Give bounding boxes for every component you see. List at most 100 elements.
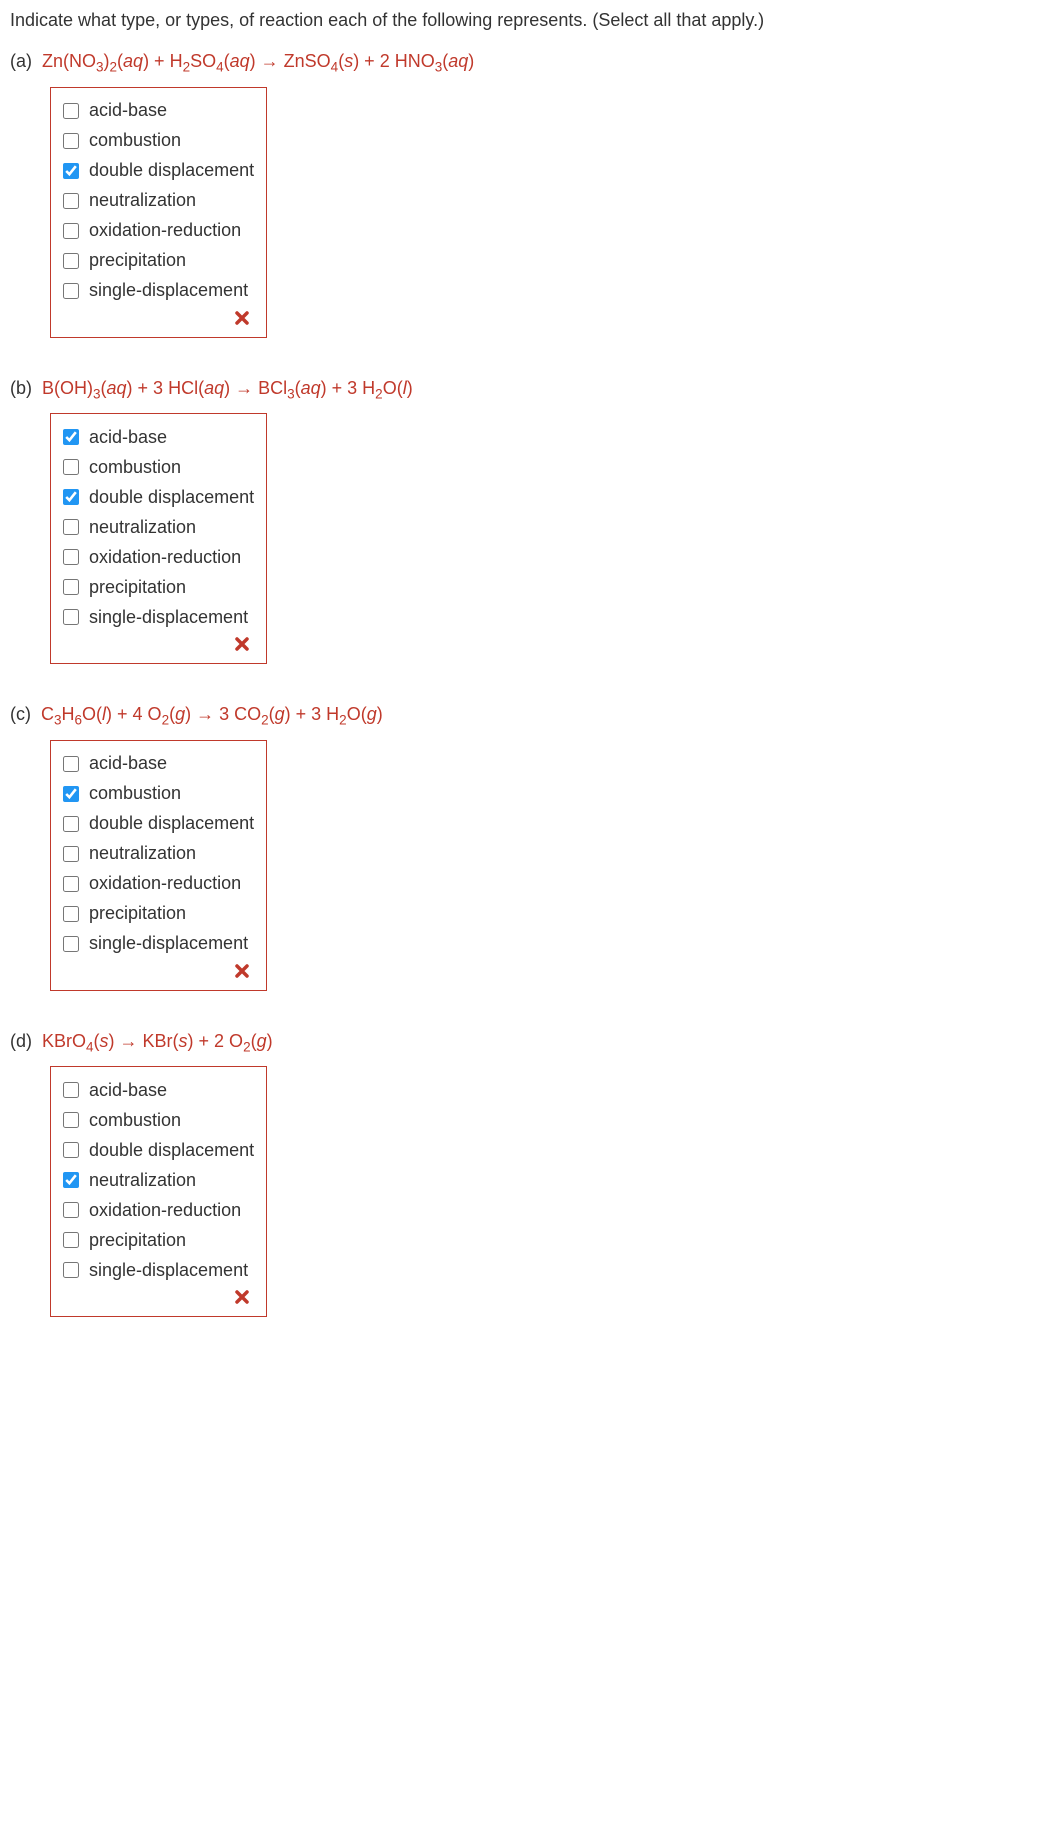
option-label: combustion (89, 130, 181, 151)
option-row: oxidation-reduction (59, 216, 254, 246)
option-checkbox[interactable] (63, 609, 79, 625)
option-label: double displacement (89, 1140, 254, 1161)
option-row: single-displacement (59, 276, 254, 306)
part-label: (d) (10, 1031, 32, 1052)
part-label: (c) (10, 704, 31, 725)
incorrect-icon (234, 1289, 250, 1309)
option-label: precipitation (89, 250, 186, 271)
incorrect-icon (234, 963, 250, 983)
chemical-equation: B(OH)3(aq) + 3 HCl(aq) → BCl3(aq) + 3 H2… (42, 378, 413, 398)
option-row: double displacement (59, 1135, 254, 1165)
feedback-row (59, 959, 254, 984)
option-label: oxidation-reduction (89, 873, 241, 894)
option-row: acid-base (59, 749, 254, 779)
option-label: neutralization (89, 517, 196, 538)
option-row: single-displacement (59, 929, 254, 959)
option-label: acid-base (89, 100, 167, 121)
option-checkbox[interactable] (63, 1082, 79, 1098)
option-checkbox[interactable] (63, 103, 79, 119)
option-checkbox[interactable] (63, 786, 79, 802)
option-checkbox[interactable] (63, 519, 79, 535)
question-block: (a) Zn(NO3)2(aq) + H2SO4(aq) → ZnSO4(s) +… (10, 51, 1038, 338)
option-row: precipitation (59, 572, 254, 602)
option-row: neutralization (59, 186, 254, 216)
option-row: double displacement (59, 156, 254, 186)
option-label: neutralization (89, 843, 196, 864)
option-checkbox[interactable] (63, 1112, 79, 1128)
incorrect-icon (234, 310, 250, 330)
incorrect-icon (234, 636, 250, 656)
option-label: combustion (89, 1110, 181, 1131)
feedback-row (59, 632, 254, 657)
option-row: double displacement (59, 809, 254, 839)
option-row: neutralization (59, 839, 254, 869)
option-label: oxidation-reduction (89, 547, 241, 568)
option-checkbox[interactable] (63, 1202, 79, 1218)
option-checkbox[interactable] (63, 816, 79, 832)
question-block: (c) C3H6O(l) + 4 O2(g) → 3 CO2(g) + 3 H2O… (10, 704, 1038, 991)
option-row: oxidation-reduction (59, 869, 254, 899)
chemical-equation: C3H6O(l) + 4 O2(g) → 3 CO2(g) + 3 H2O(g) (41, 704, 383, 724)
option-row: double displacement (59, 482, 254, 512)
option-checkbox[interactable] (63, 489, 79, 505)
options-box: acid-base combustion double displacement ne… (50, 1066, 267, 1317)
options-box: acid-base combustion double displacement ne… (50, 413, 267, 664)
option-label: precipitation (89, 577, 186, 598)
question-header: (b)B(OH)3(aq) + 3 HCl(aq) → BCl3(aq) + 3… (10, 378, 1038, 402)
options-box: acid-base combustion double displacement ne… (50, 740, 267, 991)
option-checkbox[interactable] (63, 133, 79, 149)
option-label: combustion (89, 783, 181, 804)
option-label: acid-base (89, 1080, 167, 1101)
option-checkbox[interactable] (63, 283, 79, 299)
option-row: combustion (59, 1105, 254, 1135)
option-checkbox[interactable] (63, 579, 79, 595)
option-checkbox[interactable] (63, 1262, 79, 1278)
option-label: single-displacement (89, 607, 248, 628)
chemical-equation: Zn(NO3)2(aq) + H2SO4(aq) → ZnSO4(s) + 2 … (42, 51, 474, 71)
option-checkbox[interactable] (63, 1172, 79, 1188)
option-row: precipitation (59, 1225, 254, 1255)
option-checkbox[interactable] (63, 223, 79, 239)
question-block: (d) KBrO4(s) → KBr(s) + 2 O2(g) acid-base c… (10, 1031, 1038, 1318)
option-checkbox[interactable] (63, 193, 79, 209)
option-label: precipitation (89, 903, 186, 924)
option-checkbox[interactable] (63, 1232, 79, 1248)
option-label: neutralization (89, 190, 196, 211)
part-label: (a) (10, 51, 32, 72)
option-checkbox[interactable] (63, 459, 79, 475)
option-label: acid-base (89, 427, 167, 448)
option-checkbox[interactable] (63, 876, 79, 892)
option-checkbox[interactable] (63, 756, 79, 772)
option-label: oxidation-reduction (89, 1200, 241, 1221)
feedback-row (59, 1285, 254, 1310)
option-row: acid-base (59, 1075, 254, 1105)
option-checkbox[interactable] (63, 936, 79, 952)
chemical-equation: KBrO4(s) → KBr(s) + 2 O2(g) (42, 1031, 273, 1051)
option-checkbox[interactable] (63, 253, 79, 269)
option-row: combustion (59, 452, 254, 482)
option-label: single-displacement (89, 1260, 248, 1281)
feedback-row (59, 306, 254, 331)
options-box: acid-base combustion double displacement ne… (50, 87, 267, 338)
option-checkbox[interactable] (63, 549, 79, 565)
option-label: oxidation-reduction (89, 220, 241, 241)
instruction-text: Indicate what type, or types, of reactio… (10, 10, 1038, 31)
option-label: neutralization (89, 1170, 196, 1191)
option-row: acid-base (59, 96, 254, 126)
option-checkbox[interactable] (63, 906, 79, 922)
option-row: single-displacement (59, 1255, 254, 1285)
question-header: (d) KBrO4(s) → KBr(s) + 2 O2(g) (10, 1031, 1038, 1055)
option-label: precipitation (89, 1230, 186, 1251)
option-checkbox[interactable] (63, 163, 79, 179)
option-row: combustion (59, 779, 254, 809)
question-header: (c) C3H6O(l) + 4 O2(g) → 3 CO2(g) + 3 H2O… (10, 704, 1038, 728)
option-row: oxidation-reduction (59, 542, 254, 572)
option-row: single-displacement (59, 602, 254, 632)
option-row: acid-base (59, 422, 254, 452)
question-header: (a) Zn(NO3)2(aq) + H2SO4(aq) → ZnSO4(s) +… (10, 51, 1038, 75)
option-checkbox[interactable] (63, 1142, 79, 1158)
option-label: combustion (89, 457, 181, 478)
option-checkbox[interactable] (63, 429, 79, 445)
option-checkbox[interactable] (63, 846, 79, 862)
option-row: precipitation (59, 246, 254, 276)
